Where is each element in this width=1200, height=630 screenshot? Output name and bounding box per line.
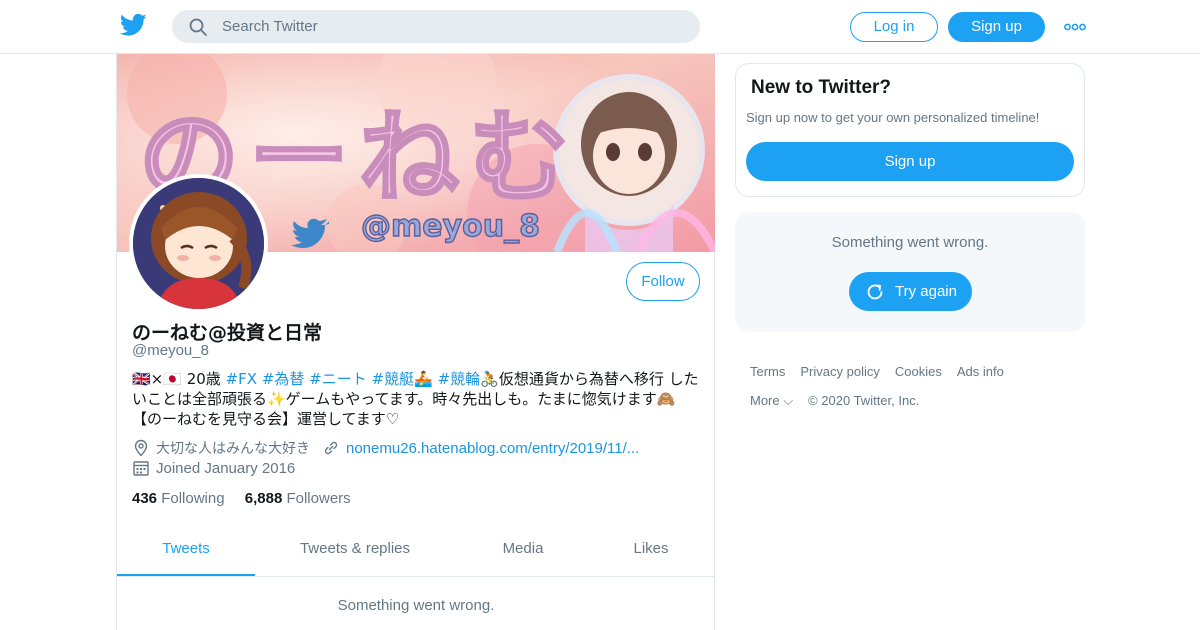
followers-label: Followers [286,490,351,507]
avatar-image [133,178,264,309]
profile-bio: 🇬🇧×🇯🇵 20歳 #FX #為替 #ニート #競艇🚣 #競輪🚴仮想通貨から為替… [132,369,704,429]
search-icon [189,18,207,36]
followers-count-link[interactable]: 6,888 Followers [245,490,351,507]
try-again-label: Try again [895,283,957,300]
new-to-twitter-card: New to Twitter? Sign up now to get your … [735,63,1085,197]
joined-item: Joined January 2016 [132,459,295,477]
following-label: Following [161,490,225,507]
following-count: 436 [132,490,158,507]
search-box[interactable] [172,10,700,43]
tab-tweets[interactable]: Tweets [117,528,255,576]
banner-handle-text: @meyou_8 [361,209,540,244]
timeline-error-message: Something went wrong. [337,597,495,614]
footer-links-row: Terms Privacy policy Cookies Ads info [750,364,1090,379]
sidebar-signup-button[interactable]: Sign up [746,142,1074,181]
footer-link-cookies[interactable]: Cookies [895,364,942,379]
profile-column: のーねむ @meyou_8 Follow のーねむ@投資と日常 @meyou_8… [116,54,715,630]
sidebar-error-card: Something went wrong. Try again [735,212,1085,332]
sidebar-error-message: Something went wrong. [831,234,989,251]
footer-link-terms[interactable]: Terms [750,364,785,379]
tab-likes[interactable]: Likes [617,528,685,576]
footer-more-dropdown[interactable]: More ⌵ [750,393,793,409]
bio-flags: 🇬🇧×🇯🇵 [132,370,182,388]
joined-text: Joined January 2016 [156,459,296,477]
twitter-bird-icon[interactable] [120,13,147,37]
location-item: 大切な人はみんな大好き [132,438,310,458]
follow-button[interactable]: Follow [626,262,700,301]
hashtag-link[interactable]: #為替 [262,370,305,388]
footer-link-ads-info[interactable]: Ads info [957,364,1004,379]
login-button[interactable]: Log in [850,12,938,42]
website-item[interactable]: nonemu26.hatenablog.com/entry/2019/11/..… [322,439,639,457]
new-to-twitter-title: New to Twitter? [751,77,892,98]
hashtag-link[interactable]: #競艇 [372,370,415,388]
footer-second-row: More ⌵ © 2020 Twitter, Inc. [750,393,1090,409]
tab-media[interactable]: Media [487,528,559,576]
top-navigation-bar: Log in Sign up [0,0,1200,54]
profile-handle: @meyou_8 [132,342,209,359]
search-input[interactable] [222,10,682,43]
location-text: 大切な人はみんな大好き [156,441,310,457]
signup-button[interactable]: Sign up [948,12,1045,42]
refresh-icon [867,284,883,300]
footer-link-privacy[interactable]: Privacy policy [800,364,879,379]
followers-count: 6,888 [244,490,283,507]
sidebar-footer: Terms Privacy policy Cookies Ads info Mo… [750,364,1090,423]
profile-display-name: のーねむ@投資と日常 [132,322,323,344]
more-dots-icon[interactable] [1064,20,1086,34]
footer-copyright: © 2020 Twitter, Inc. [808,393,920,408]
location-pin-icon [134,439,148,457]
hashtag-link[interactable]: #FX [226,370,257,388]
profile-avatar[interactable] [129,174,268,313]
link-icon [324,441,338,455]
hashtag-link[interactable]: #競輪 [438,370,481,388]
try-again-button[interactable]: Try again [849,272,972,311]
profile-tabs: Tweets Tweets & replies Media Likes [117,528,715,577]
profile-meta-row: 大切な人はみんな大好き nonemu26.hatenablog.com/entr… [132,438,651,458]
hashtag-link[interactable]: #ニート [309,370,367,388]
website-link[interactable]: nonemu26.hatenablog.com/entry/2019/11/..… [346,440,639,457]
bio-age: 20歳 [181,370,226,388]
new-to-twitter-subtitle: Sign up now to get your own personalized… [746,110,1040,125]
following-count-link[interactable]: 436 Following [132,490,225,507]
calendar-icon [133,461,149,476]
bio-emoji: 🚣 [414,370,433,388]
tab-tweets-replies[interactable]: Tweets & replies [277,528,433,576]
follow-counts: 436 Following 6,888 Followers [132,490,367,507]
